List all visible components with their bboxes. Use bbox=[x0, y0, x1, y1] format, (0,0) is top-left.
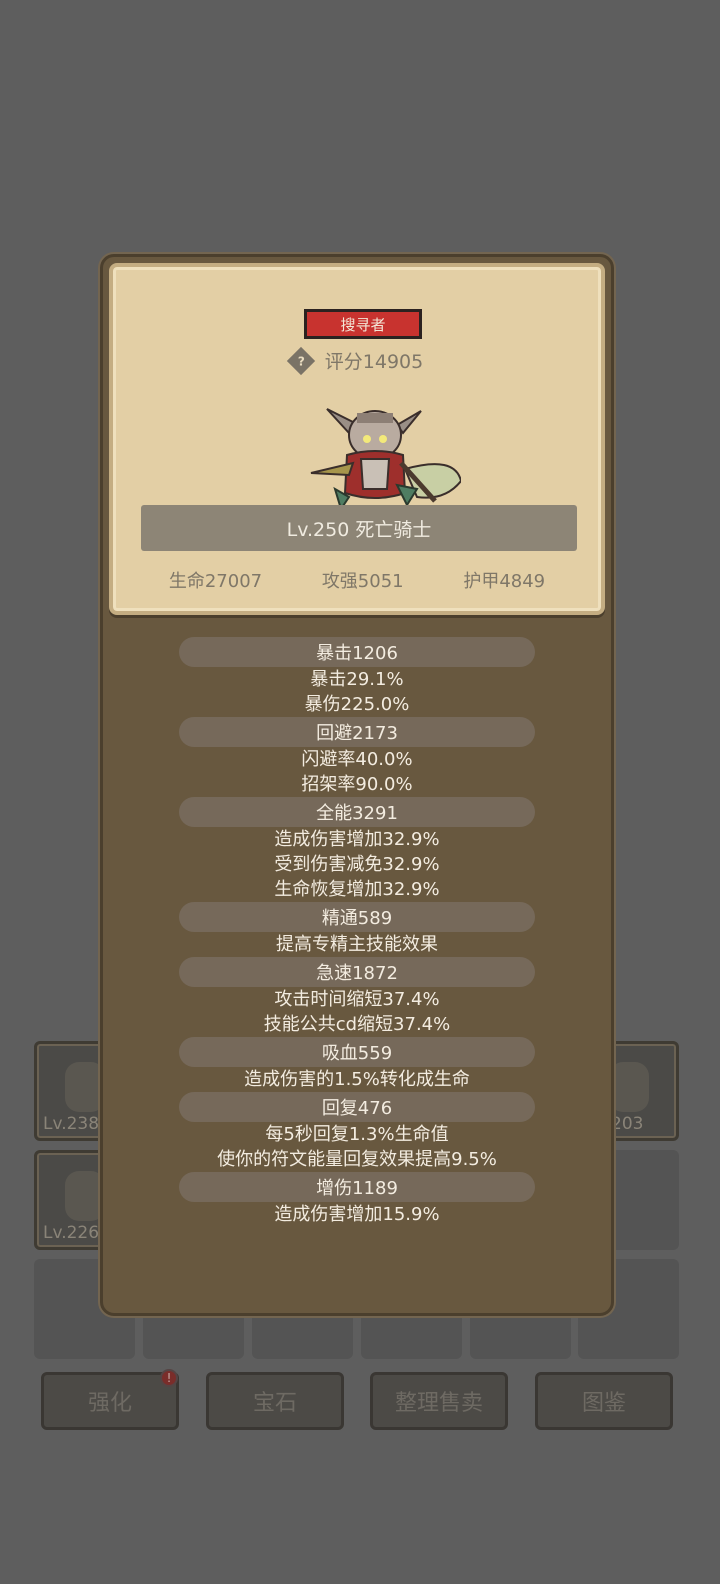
base-stat-armor: 护甲4849 bbox=[463, 571, 546, 592]
item-header-card: 搜寻者 ? 评分14905 Lv.250 死亡骑士 生命27007 攻强5051… bbox=[109, 263, 605, 615]
stat-header-avoidance: 回避2173 bbox=[179, 717, 535, 747]
item-detail-panel: 搜寻者 ? 评分14905 Lv.250 死亡骑士 生命27007 攻强5051… bbox=[100, 254, 614, 1316]
base-stats-row: 生命27007 攻强5051 护甲4849 bbox=[113, 567, 601, 593]
stat-header-crit: 暴击1206 bbox=[179, 637, 535, 667]
stat-header-mastery: 精通589 bbox=[179, 902, 535, 932]
stat-detail: 暴击29.1% bbox=[310, 669, 404, 690]
stat-detail: 造成伤害增加15.9% bbox=[274, 1204, 440, 1225]
score-row: ? 评分14905 bbox=[113, 346, 601, 375]
stat-header-haste: 急速1872 bbox=[179, 957, 535, 987]
stat-header-regen: 回复476 bbox=[179, 1092, 535, 1122]
help-icon[interactable]: ? bbox=[286, 346, 315, 375]
stat-detail: 每5秒回复1.3%生命值 bbox=[265, 1124, 449, 1145]
stat-detail: 生命恢复增加32.9% bbox=[274, 879, 440, 900]
stat-header-versatility: 全能3291 bbox=[179, 797, 535, 827]
item-level: Lv.238 bbox=[43, 1114, 100, 1134]
enhance-button-label: 强化 bbox=[87, 1391, 132, 1416]
item-name-bar: Lv.250 死亡骑士 bbox=[141, 505, 577, 551]
help-glyph: ? bbox=[297, 353, 305, 368]
gem-button[interactable]: 宝石 bbox=[206, 1372, 344, 1430]
stat-detail: 使你的符文能量回复效果提高9.5% bbox=[217, 1149, 497, 1170]
codex-button-label: 图鉴 bbox=[581, 1391, 626, 1416]
secondary-stats-list: 暴击1206 暴击29.1% 暴伤225.0% 回避2173 闪避率40.0% … bbox=[103, 637, 611, 1227]
sort-sell-button[interactable]: 整理售卖 bbox=[370, 1372, 508, 1430]
stat-detail: 暴伤225.0% bbox=[304, 694, 410, 715]
stat-detail: 招架率90.0% bbox=[301, 774, 413, 795]
alert-badge: ! bbox=[160, 1369, 178, 1387]
item-level: 203 bbox=[611, 1114, 644, 1134]
base-stat-hp: 生命27007 bbox=[168, 571, 263, 592]
item-icon bbox=[609, 1062, 649, 1112]
item-name: Lv.250 死亡骑士 bbox=[286, 518, 432, 541]
codex-button[interactable]: 图鉴 bbox=[535, 1372, 673, 1430]
item-icon bbox=[65, 1062, 105, 1112]
stat-detail: 造成伤害增加32.9% bbox=[274, 829, 440, 850]
item-icon bbox=[65, 1171, 105, 1221]
stat-detail: 攻击时间缩短37.4% bbox=[274, 989, 440, 1010]
stat-detail: 受到伤害减免32.9% bbox=[274, 854, 440, 875]
stat-detail: 技能公共cd缩短37.4% bbox=[263, 1014, 451, 1035]
stat-header-lifesteal: 吸血559 bbox=[179, 1037, 535, 1067]
stat-detail: 提高专精主技能效果 bbox=[276, 934, 438, 955]
stat-header-damage-boost: 增伤1189 bbox=[179, 1172, 535, 1202]
base-stat-attack: 攻强5051 bbox=[321, 571, 404, 592]
rarity-badge: 搜寻者 bbox=[304, 309, 422, 339]
stat-detail: 造成伤害的1.5%转化成生命 bbox=[244, 1069, 470, 1090]
item-level: Lv.226 bbox=[43, 1223, 100, 1243]
stat-detail: 闪避率40.0% bbox=[301, 749, 413, 770]
gem-button-label: 宝石 bbox=[252, 1391, 297, 1416]
death-knight-portrait-icon bbox=[310, 408, 461, 512]
item-score: 评分14905 bbox=[324, 351, 424, 373]
sort-sell-button-label: 整理售卖 bbox=[394, 1391, 483, 1416]
enhance-button[interactable]: 强化 ! bbox=[41, 1369, 179, 1430]
